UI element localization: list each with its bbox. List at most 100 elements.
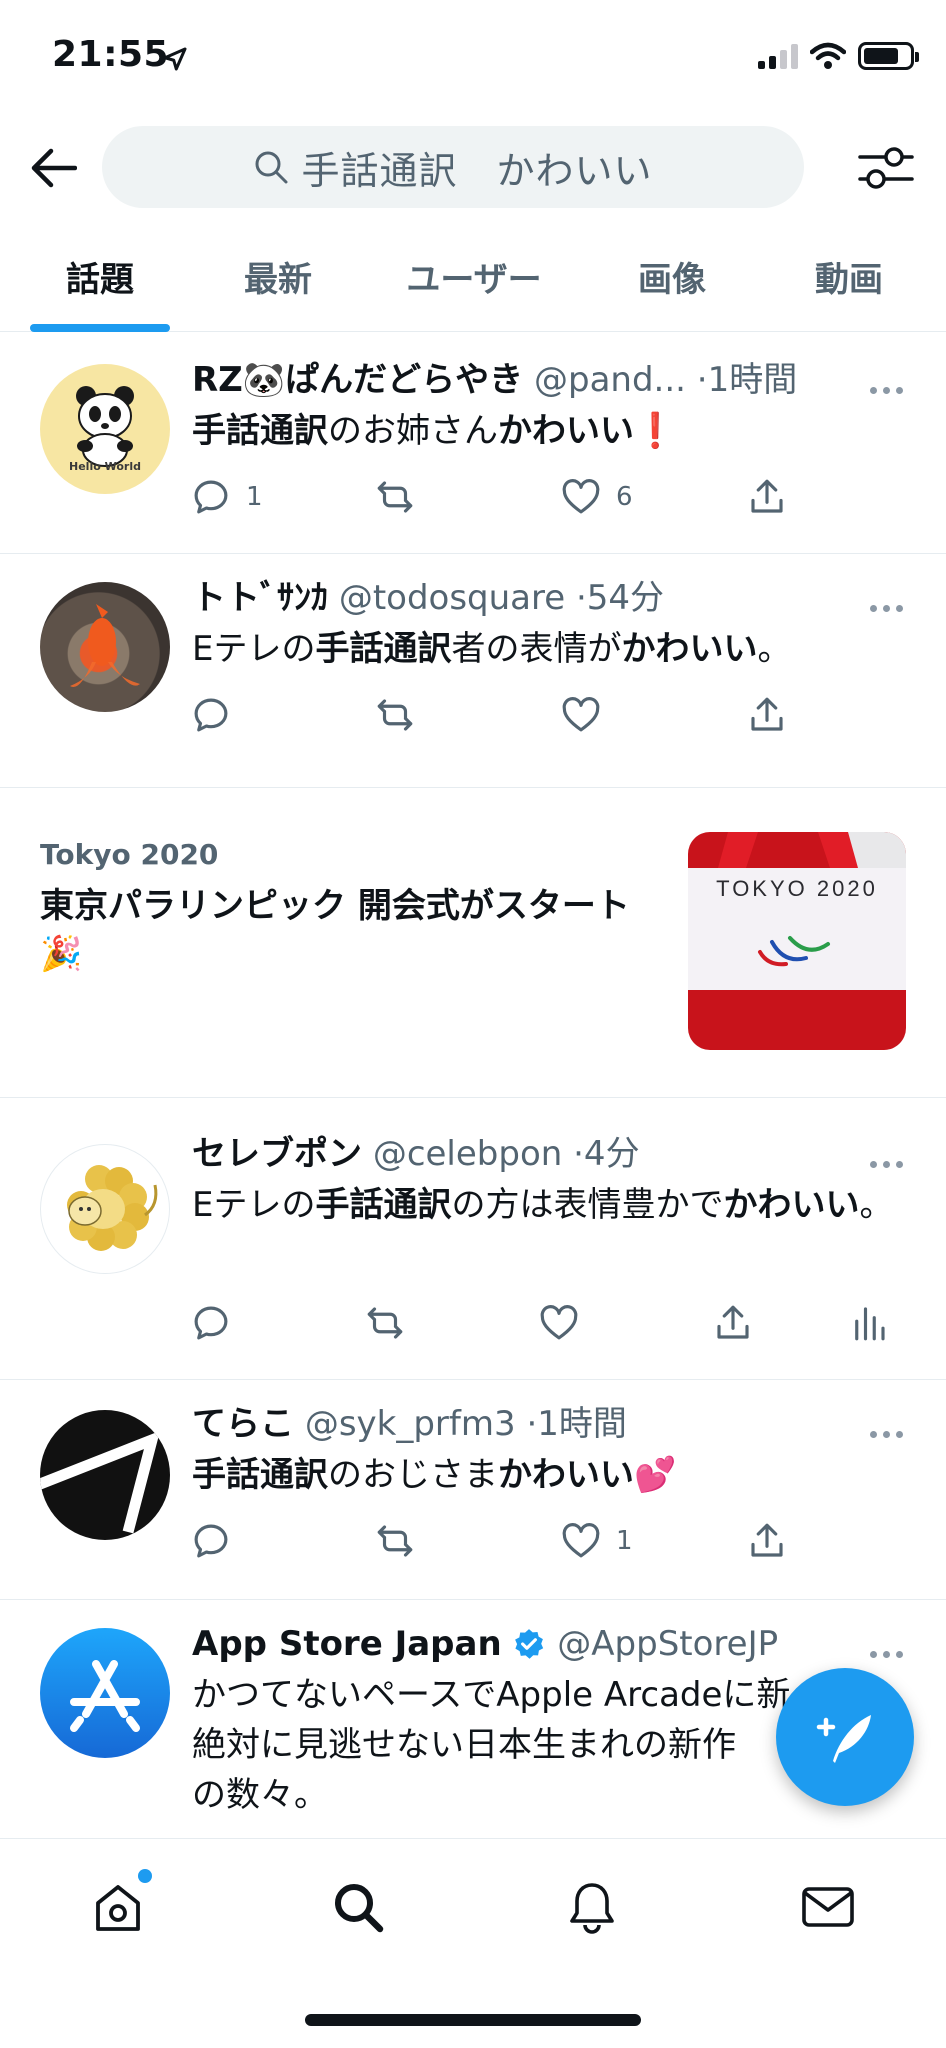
share-button[interactable]	[746, 694, 788, 736]
trend-category: Tokyo 2020	[40, 838, 219, 871]
heart-icon	[562, 479, 600, 514]
search-query: 手話通訳 かわいい	[301, 148, 653, 193]
nav-search[interactable]	[326, 1875, 390, 1939]
display-name[interactable]: RZ🐼ぱんだどらやき	[192, 360, 523, 400]
search-input[interactable]: 手話通訳 かわいい	[102, 126, 804, 208]
more-options-icon[interactable]	[870, 1644, 910, 1664]
text-highlight: 手話通訳	[192, 1455, 328, 1495]
mail-icon	[802, 1887, 854, 1927]
tab-label: 画像	[638, 260, 706, 300]
reply-button[interactable]: 1	[190, 476, 374, 518]
text-highlight: かわいい	[723, 1185, 860, 1225]
share-button[interactable]	[712, 1302, 848, 1344]
tab-top[interactable]: 話題	[0, 238, 200, 332]
more-options-icon[interactable]	[870, 1424, 910, 1444]
search-tabs: 話題 最新 ユーザー 画像 動画	[0, 238, 946, 332]
reply-count: 1	[246, 482, 263, 512]
tweet-header: トトﾞｻﾝｶ @todosquare ·54分	[192, 576, 846, 620]
more-options-icon[interactable]	[870, 1154, 910, 1174]
tweet-header: てらこ @syk_prfm3 ·1時間	[192, 1402, 846, 1446]
tweet-actions	[190, 690, 906, 740]
avatar[interactable]	[40, 1628, 170, 1758]
display-name[interactable]: トトﾞｻﾝｶ	[192, 578, 328, 618]
tweet[interactable]: Hello World RZ🐼ぱんだどらやき @pand... ·1時間 手話通…	[0, 336, 946, 554]
more-options-icon[interactable]	[870, 598, 910, 618]
nav-notifications[interactable]	[560, 1875, 624, 1939]
sliders-icon	[858, 147, 914, 189]
reply-button[interactable]	[190, 1520, 374, 1562]
reply-icon	[194, 480, 228, 514]
avatar[interactable]	[40, 1410, 170, 1540]
cellular-signal-icon	[758, 43, 798, 69]
text-segment: のお姉さん	[328, 411, 498, 451]
avatar[interactable]	[40, 1144, 170, 1274]
text-highlight: 手話通訳	[315, 1185, 452, 1225]
bottom-navigation	[0, 1838, 946, 2048]
share-button[interactable]	[746, 1520, 788, 1562]
location-arrow-icon	[163, 47, 187, 71]
tweet-text: Eテレの手話通訳者の表情がかわいい。	[192, 624, 906, 674]
reply-icon	[194, 1524, 228, 1558]
retweet-icon	[377, 1525, 413, 1557]
username[interactable]: @celebpon	[373, 1134, 563, 1174]
tweet[interactable]: セレブポン @celebpon ·4分 Eテレの手話通訳の方は表情豊かでかわいい…	[0, 1098, 946, 1380]
like-button[interactable]: 1	[560, 1520, 746, 1562]
reply-icon	[194, 698, 228, 732]
display-name[interactable]: セレブポン	[192, 1134, 362, 1174]
username[interactable]: @todosquare	[339, 578, 565, 618]
trend-card[interactable]: Tokyo 2020 東京パラリンピック 開会式がスタート🎉 TOKYO 202…	[0, 788, 946, 1098]
tab-photos[interactable]: 画像	[592, 238, 752, 332]
heart-icon	[562, 697, 600, 732]
username[interactable]: @syk_prfm3	[305, 1404, 516, 1444]
tweet-text: 手話通訳のお姉さんかわいい❗	[192, 406, 906, 456]
tab-label: 最新	[244, 260, 312, 300]
nav-home[interactable]	[86, 1869, 152, 1939]
username[interactable]: @AppStoreJP	[557, 1624, 778, 1664]
retweet-button[interactable]	[374, 1520, 560, 1562]
reply-icon	[194, 1306, 228, 1340]
tweet[interactable]: てらこ @syk_prfm3 ·1時間 手話通訳のおじさまかわいい💕 1	[0, 1380, 946, 1600]
trend-image[interactable]: TOKYO 2020	[688, 832, 906, 1050]
retweet-icon	[377, 481, 413, 513]
share-icon	[751, 479, 783, 513]
display-name[interactable]: てらこ	[192, 1404, 294, 1444]
tweet[interactable]: トトﾞｻﾝｶ @todosquare ·54分 Eテレの手話通訳者の表情がかわい…	[0, 554, 946, 788]
text-highlight: かわいい	[621, 629, 758, 669]
retweet-button[interactable]	[374, 694, 560, 736]
like-button[interactable]	[560, 694, 746, 736]
like-button[interactable]	[538, 1302, 712, 1344]
tab-label: 動画	[815, 260, 883, 300]
retweet-button[interactable]	[374, 476, 560, 518]
search-filter-button[interactable]	[854, 136, 918, 200]
username[interactable]: @pand...	[534, 360, 686, 400]
timestamp: ·54分	[575, 578, 665, 618]
nav-messages[interactable]	[796, 1875, 860, 1939]
like-count: 1	[616, 1526, 633, 1556]
share-button[interactable]	[746, 476, 788, 518]
tab-latest[interactable]: 最新	[200, 238, 356, 332]
text-highlight: かわいい	[498, 1455, 634, 1495]
text-segment: Eテレの	[192, 629, 316, 669]
like-button[interactable]: 6	[560, 476, 746, 518]
search-icon	[335, 1884, 384, 1933]
tweet-actions	[190, 1298, 906, 1348]
avatar[interactable]: Hello World	[40, 364, 170, 494]
more-options-icon[interactable]	[870, 380, 910, 400]
compose-tweet-button[interactable]	[776, 1668, 914, 1806]
text-segment: 💕	[634, 1455, 677, 1495]
reply-button[interactable]	[190, 694, 374, 736]
back-button[interactable]	[26, 140, 82, 196]
retweet-button[interactable]	[364, 1302, 538, 1344]
trend-title: 東京パラリンピック 開会式がスタート🎉	[40, 886, 630, 974]
search-header: 手話通訳 かわいい	[0, 118, 946, 218]
analytics-button[interactable]	[848, 1302, 890, 1344]
avatar[interactable]	[40, 582, 170, 712]
abstract-avatar-icon	[40, 1430, 161, 1534]
display-name[interactable]: App Store Japan	[192, 1624, 502, 1664]
tab-people[interactable]: ユーザー	[356, 238, 592, 332]
retweet-icon	[377, 699, 413, 731]
text-highlight: 手話通訳	[315, 629, 452, 669]
tab-videos[interactable]: 動画	[752, 238, 946, 332]
arrow-left-icon	[31, 148, 77, 188]
reply-button[interactable]	[190, 1302, 364, 1344]
